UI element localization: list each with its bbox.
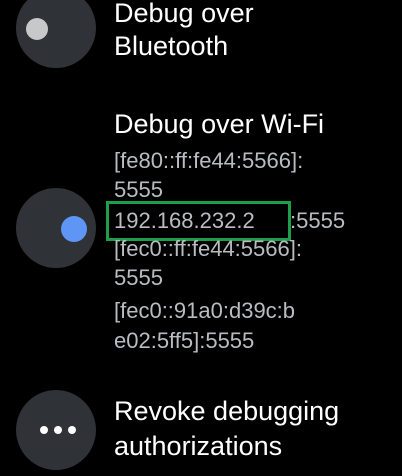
wifi-address-ipv4-port: :5555 [290,208,346,233]
wifi-address-1b: 5555 [114,177,163,202]
bluetooth-debug-title-line2: Bluetooth [114,31,229,61]
revoke-title-line1: Revoke debugging [114,396,340,426]
wifi-address-3b: e02:5ff5]:5555 [114,328,255,353]
bluetooth-debug-title-line1: Debug over [114,0,254,28]
bluetooth-debug-toggle[interactable] [16,0,96,68]
wifi-address-3a: [fec0::91a0:d39c:b [114,298,296,323]
wifi-debug-toggle[interactable] [16,188,96,268]
wifi-debug-title: Debug over Wi-Fi [114,109,325,139]
revoke-icon-circle[interactable] [16,390,96,470]
toggle-off-icon [26,18,48,40]
wifi-address-1a: [fe80::ff:fe44:5566]: [114,148,304,173]
wifi-address-2b: 5555 [114,265,163,290]
revoke-authorizations-row[interactable]: Revoke debugging authorizations [0,388,402,476]
more-horizontal-icon [40,426,76,434]
bluetooth-debug-row[interactable]: Debug over Bluetooth [0,0,402,80]
wifi-address-2a: [fec0::ff:fe44:5566]: [114,236,302,261]
toggle-on-icon [61,216,87,242]
wifi-debug-row[interactable]: Debug over Wi-Fi [fe80::ff:fe44:5566]: 5… [0,100,402,370]
revoke-title-line2: authorizations [114,431,283,461]
